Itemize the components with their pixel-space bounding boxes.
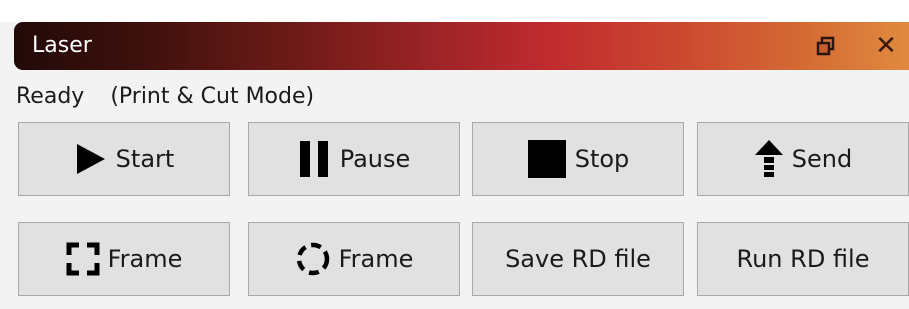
run-rd-file-button[interactable]: Run RD file xyxy=(697,222,909,296)
stop-button[interactable]: Stop xyxy=(472,122,684,196)
upload-arrow-icon xyxy=(754,139,784,179)
save-rd-file-label: Save RD file xyxy=(505,245,651,273)
status-mode: (Print & Cut Mode) xyxy=(110,84,315,109)
pause-button[interactable]: Pause xyxy=(248,122,460,196)
stop-button-label: Stop xyxy=(574,145,630,173)
frame-circle-button[interactable]: Frame xyxy=(248,222,460,296)
pause-icon xyxy=(298,139,332,179)
close-icon[interactable]: ✕ xyxy=(872,22,900,70)
frame-square-button[interactable]: Frame xyxy=(18,222,230,296)
pause-button-label: Pause xyxy=(339,145,411,173)
square-frame-icon xyxy=(66,242,100,276)
status-line: Ready (Print & Cut Mode) xyxy=(16,82,314,112)
window-title: Laser xyxy=(32,33,92,58)
frame-circle-button-label: Frame xyxy=(338,245,414,273)
send-button-label: Send xyxy=(791,145,853,173)
status-state: Ready xyxy=(16,84,85,109)
play-icon xyxy=(74,142,108,176)
start-button[interactable]: Start xyxy=(18,122,230,196)
title-bar[interactable]: Laser ✕ xyxy=(14,22,909,70)
run-rd-file-label: Run RD file xyxy=(736,245,870,273)
start-button-label: Start xyxy=(115,145,175,173)
send-button[interactable]: Send xyxy=(697,122,909,196)
top-strip xyxy=(0,0,909,22)
frame-square-button-label: Frame xyxy=(107,245,183,273)
save-rd-file-button[interactable]: Save RD file xyxy=(472,222,684,296)
stop-icon xyxy=(527,139,567,179)
circle-frame-icon xyxy=(295,241,331,277)
restore-icon[interactable] xyxy=(812,22,840,70)
